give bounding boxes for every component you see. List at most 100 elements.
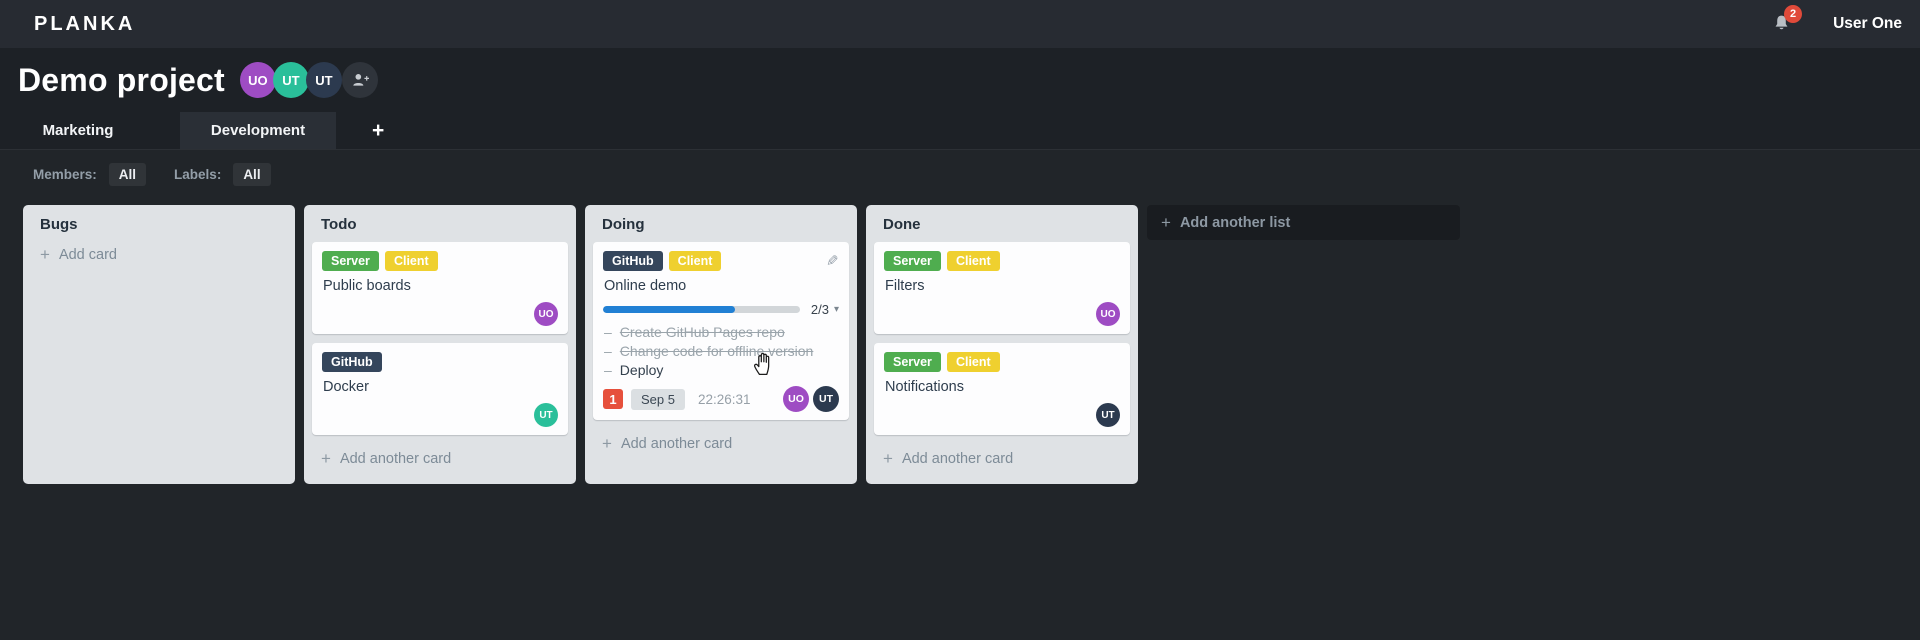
tasks-progress: 2/3 ▾	[603, 302, 839, 317]
add-list-label: Add another list	[1179, 214, 1291, 231]
card-label-server: Server	[884, 352, 941, 372]
card-label-client: Client	[668, 251, 722, 271]
list-cards: GitHub Client Online demo ✎ 2/3 ▾ – Create Gi…	[585, 242, 857, 420]
card-title: Docker	[323, 379, 369, 395]
card-members: UO	[322, 302, 558, 326]
list-cards: Server Client Filters UO Server Client Not…	[866, 242, 1138, 435]
topbar: PLANKA 2 User One	[0, 0, 1920, 48]
list-title[interactable]: Bugs	[23, 205, 295, 240]
project-header: Demo project UO UT UT	[0, 48, 1920, 112]
progress-bar	[603, 306, 800, 313]
progress-fill	[603, 306, 735, 313]
card-notification-badge: 1	[603, 389, 623, 409]
task-text: Change code for offline version	[619, 343, 814, 359]
add-card-label: Add another card	[620, 436, 733, 452]
card[interactable]: GitHub Client Online demo ✎ 2/3 ▾ – Create Gi…	[593, 242, 849, 420]
card-labels: Server Client	[884, 251, 1120, 271]
list-title[interactable]: Done	[866, 205, 1138, 240]
boards-tabs: Marketing Development +	[0, 112, 1920, 150]
add-card-label: Add another card	[901, 451, 1014, 467]
board-lists: Bugs + Add card Todo Server Client Public…	[23, 205, 1147, 484]
add-card-label: Add card	[58, 247, 117, 263]
card-label-server: Server	[322, 251, 379, 271]
card-labels: GitHub Client	[603, 251, 839, 271]
board: Bugs + Add card Todo Server Client Public…	[0, 192, 1920, 484]
card-label-client: Client	[946, 352, 1000, 372]
task-text: Create GitHub Pages repo	[619, 324, 785, 340]
card[interactable]: GitHub Docker UT	[312, 343, 568, 435]
card-member-avatar: UT	[813, 386, 839, 412]
user-menu[interactable]: User One	[1833, 15, 1902, 33]
board-list: Done Server Client Filters UO Server Clien…	[866, 205, 1138, 484]
card[interactable]: Server Client Filters UO	[874, 242, 1130, 334]
notification-count-badge: 2	[1784, 5, 1803, 23]
due-date-chip[interactable]: Sep 5	[631, 388, 685, 410]
filters-bar: Members: All Labels: All	[0, 150, 1920, 192]
card[interactable]: Server Client Public boards UO	[312, 242, 568, 334]
card-meta: 1 Sep 5 22:26:31 UO UT	[603, 386, 839, 412]
project-member-avatar[interactable]: UT	[305, 62, 342, 98]
card-title: Public boards	[323, 278, 411, 294]
plus-icon: +	[602, 434, 612, 453]
card-label-github: GitHub	[603, 251, 663, 271]
add-board-button[interactable]: +	[360, 112, 396, 149]
list-title[interactable]: Doing	[585, 205, 857, 240]
add-member-button[interactable]	[341, 62, 378, 98]
plus-icon: +	[883, 449, 893, 468]
card-label-server: Server	[884, 251, 941, 271]
tasks-ratio: 2/3	[810, 302, 829, 317]
project-members: UO UT UT	[239, 62, 378, 98]
tasks-toggle[interactable]: 2/3 ▾	[811, 302, 839, 317]
card-members: UT	[322, 403, 558, 427]
list-title[interactable]: Todo	[304, 205, 576, 240]
card-member-avatar: UO	[534, 302, 558, 326]
bell-icon	[1771, 15, 1792, 39]
task-dash-icon: –	[604, 343, 612, 359]
card-labels: Server Client	[322, 251, 558, 271]
card-label-client: Client	[946, 251, 1000, 271]
plus-icon: +	[321, 449, 331, 468]
labels-filter-value[interactable]: All	[233, 162, 271, 186]
card-label-github: GitHub	[322, 352, 382, 372]
board-list: Bugs + Add card	[23, 205, 295, 484]
members-filter-value[interactable]: All	[108, 162, 147, 186]
notifications-button[interactable]: 2	[1771, 5, 1803, 39]
add-card-button[interactable]: + Add another card	[866, 444, 1138, 482]
task-item: – Change code for offline version	[604, 343, 839, 359]
add-card-button[interactable]: + Add another card	[304, 444, 576, 482]
task-dash-icon: –	[604, 324, 612, 340]
list-cards: Server Client Public boards UO GitHub Doc…	[304, 242, 576, 435]
card-labels: Server Client	[884, 352, 1120, 372]
board-list: Doing GitHub Client Online demo ✎ 2/3 ▾ – Cre…	[585, 205, 857, 484]
planka-logo[interactable]: PLANKA	[34, 13, 135, 36]
card-member-avatar: UT	[1096, 403, 1120, 427]
task-item: – Deploy	[604, 362, 839, 378]
tab-marketing[interactable]: Marketing	[0, 112, 156, 149]
project-member-avatar[interactable]: UT	[272, 62, 309, 98]
board-list: Todo Server Client Public boards UO GitHu…	[304, 205, 576, 484]
project-member-avatar[interactable]: UO	[239, 62, 276, 98]
card-title: Online demo	[604, 278, 687, 294]
card-member-avatar: UT	[534, 403, 558, 427]
labels-filter-label: Labels:	[174, 166, 222, 182]
card-member-avatar: UO	[783, 386, 809, 412]
add-list-button[interactable]: + Add another list	[1147, 205, 1460, 240]
card[interactable]: Server Client Notifications UT	[874, 343, 1130, 435]
card-timer[interactable]: 22:26:31	[698, 392, 751, 407]
card-title: Notifications	[885, 379, 964, 395]
card-members: UT	[884, 403, 1120, 427]
card-labels: GitHub	[322, 352, 558, 372]
task-item: – Create GitHub Pages repo	[604, 324, 839, 340]
add-card-label: Add another card	[339, 451, 452, 467]
chevron-down-icon: ▾	[833, 304, 839, 315]
edit-pencil-icon[interactable]: ✎	[826, 252, 839, 270]
task-text: Deploy	[619, 362, 664, 378]
tab-development[interactable]: Development	[180, 112, 336, 149]
plus-icon: +	[1161, 212, 1171, 232]
topbar-right: 2 User One	[1771, 5, 1904, 39]
add-card-button[interactable]: + Add card	[23, 240, 295, 278]
card-title: Filters	[885, 278, 925, 294]
card-members: UO	[884, 302, 1120, 326]
project-title[interactable]: Demo project	[18, 62, 225, 99]
add-card-button[interactable]: + Add another card	[585, 429, 857, 467]
